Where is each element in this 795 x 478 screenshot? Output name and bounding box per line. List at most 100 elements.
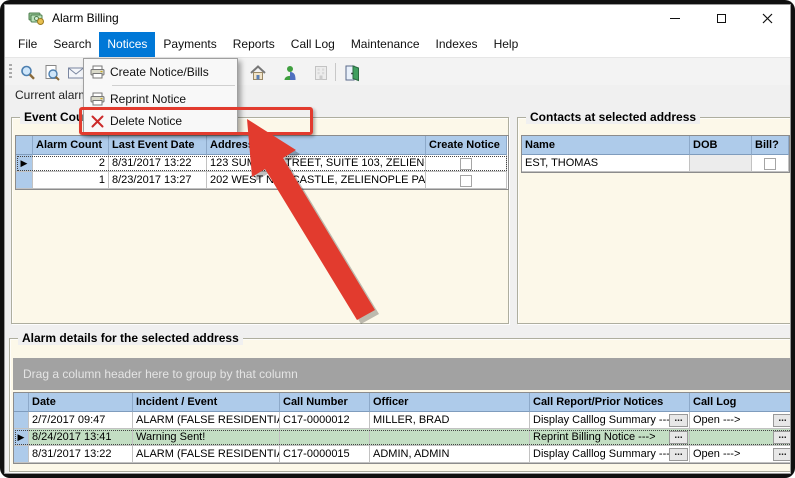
- row-selector[interactable]: [14, 412, 29, 429]
- ellipsis-button[interactable]: ...: [669, 448, 688, 461]
- search-icon[interactable]: [17, 62, 39, 83]
- call-number-cell[interactable]: C17-0000012: [280, 412, 370, 429]
- window-title: Alarm Billing: [52, 5, 119, 32]
- menu-file[interactable]: File: [10, 32, 45, 57]
- address-cell[interactable]: 202 WEST NEWCASTLE, ZELIENOPLE PA: [207, 172, 426, 189]
- ellipsis-button[interactable]: ...: [773, 414, 791, 427]
- last-event-date-cell[interactable]: 8/31/2017 13:22: [109, 155, 207, 172]
- date-cell[interactable]: 8/31/2017 13:22: [29, 446, 133, 463]
- menu-item-delete-notice[interactable]: Delete Notice: [84, 110, 237, 132]
- menu-search[interactable]: Search: [45, 32, 99, 57]
- alarm-count-cell[interactable]: 2: [33, 155, 109, 172]
- ellipsis-button[interactable]: ...: [773, 448, 791, 461]
- menu-payments[interactable]: Payments: [155, 32, 224, 57]
- groupby-drop-zone[interactable]: Drag a column header here to group by th…: [13, 358, 791, 390]
- menu-notices[interactable]: Notices: [99, 32, 155, 57]
- alarm-details-title: Alarm details for the selected address: [18, 331, 243, 345]
- row-selector[interactable]: ▶: [14, 429, 29, 446]
- col-call-number[interactable]: Call Number: [280, 393, 370, 412]
- col-call-report[interactable]: Call Report/Prior Notices: [530, 393, 690, 412]
- alarm-details-panel: Alarm details for the selected address D…: [9, 338, 791, 472]
- incident-cell[interactable]: Warning Sent!: [133, 429, 280, 446]
- exit-door-icon[interactable]: [341, 62, 363, 83]
- maximize-button[interactable]: [698, 5, 744, 32]
- building-icon[interactable]: [310, 62, 332, 83]
- app-money-icon: [28, 10, 44, 31]
- ellipsis-button[interactable]: ...: [773, 431, 791, 444]
- contact-person-icon[interactable]: [279, 62, 301, 83]
- screenshot-frame: Alarm Billing File Search Notices Paymen…: [0, 0, 795, 478]
- table-row[interactable]: 2/7/2017 09:47 ALARM (FALSE RESIDENTIA C…: [14, 412, 791, 429]
- create-notice-checkbox[interactable]: [460, 175, 472, 187]
- table-row[interactable]: ▶ 2 8/31/2017 13:22 123 SUMMIT STREET, S…: [16, 155, 508, 172]
- menu-item-reprint-notice[interactable]: Reprint Notice: [84, 88, 237, 110]
- call-report-link[interactable]: Reprint Billing Notice --->: [533, 430, 656, 445]
- toolbar-separator: [335, 63, 336, 81]
- menu-call-log[interactable]: Call Log: [283, 32, 343, 57]
- call-log-cell[interactable]: ...: [690, 429, 791, 446]
- last-event-date-cell[interactable]: 8/23/2017 13:27: [109, 172, 207, 189]
- row-selector[interactable]: [16, 172, 33, 189]
- incident-cell[interactable]: ALARM (FALSE RESIDENTIA: [133, 446, 280, 463]
- details-grid-header: Date Incident / Event Call Number Office…: [14, 393, 791, 412]
- row-selector[interactable]: ▶: [16, 155, 33, 172]
- call-report-cell[interactable]: Display Calllog Summary --->...: [530, 446, 690, 463]
- call-report-cell[interactable]: Reprint Billing Notice --->...: [530, 429, 690, 446]
- menu-indexes[interactable]: Indexes: [428, 32, 486, 57]
- create-notice-cell[interactable]: [426, 155, 507, 172]
- incident-cell[interactable]: ALARM (FALSE RESIDENTIA: [133, 412, 280, 429]
- contact-name-cell[interactable]: EST, THOMAS: [522, 155, 690, 172]
- col-dob[interactable]: DOB: [690, 136, 752, 155]
- col-incident[interactable]: Incident / Event: [133, 393, 280, 412]
- bill-cell[interactable]: [752, 155, 789, 172]
- menu-help[interactable]: Help: [486, 32, 527, 57]
- col-alarm-count[interactable]: Alarm Count: [33, 136, 109, 155]
- ellipsis-button[interactable]: ...: [669, 414, 688, 427]
- minimize-icon: [670, 18, 680, 19]
- call-number-cell[interactable]: [280, 429, 370, 446]
- col-last-event-date[interactable]: Last Event Date: [109, 136, 207, 155]
- date-cell[interactable]: 2/7/2017 09:47: [29, 412, 133, 429]
- call-log-link[interactable]: Open --->: [693, 447, 740, 462]
- print-preview-icon[interactable]: [41, 62, 63, 83]
- delete-x-icon: [84, 115, 110, 128]
- officer-cell[interactable]: MILLER, BRAD: [370, 412, 530, 429]
- officer-cell[interactable]: ADMIN, ADMIN: [370, 446, 530, 463]
- call-log-link[interactable]: Open --->: [693, 413, 740, 428]
- officer-cell[interactable]: [370, 429, 530, 446]
- minimize-button[interactable]: [652, 5, 698, 32]
- address-cell[interactable]: 123 SUMMIT STREET, SUITE 103, ZELIENOPLE: [207, 155, 426, 172]
- table-row[interactable]: 1 8/23/2017 13:27 202 WEST NEWCASTLE, ZE…: [16, 172, 508, 189]
- alarm-count-cell[interactable]: 1: [33, 172, 109, 189]
- call-report-link[interactable]: Display Calllog Summary --->: [533, 413, 669, 428]
- col-create-notice[interactable]: Create Notice: [426, 136, 507, 155]
- col-name[interactable]: Name: [522, 136, 690, 155]
- row-selector[interactable]: [14, 446, 29, 463]
- call-number-cell[interactable]: C17-0000015: [280, 446, 370, 463]
- col-bill[interactable]: Bill?: [752, 136, 789, 155]
- menu-item-create-notice[interactable]: Create Notice/Bills: [84, 61, 237, 83]
- home-icon[interactable]: [247, 62, 269, 83]
- close-button[interactable]: [744, 5, 790, 32]
- menu-maintenance[interactable]: Maintenance: [343, 32, 428, 57]
- call-log-cell[interactable]: Open --->...: [690, 412, 791, 429]
- create-notice-checkbox[interactable]: [460, 158, 472, 170]
- col-date[interactable]: Date: [29, 393, 133, 412]
- table-row[interactable]: ▶ 8/24/2017 13:41 Warning Sent! Reprint …: [14, 429, 791, 446]
- contacts-grid: Name DOB Bill? EST, THOMAS: [521, 135, 790, 173]
- call-log-cell[interactable]: Open --->...: [690, 446, 791, 463]
- col-address[interactable]: Address: [207, 136, 426, 155]
- call-report-link[interactable]: Display Calllog Summary --->: [533, 447, 669, 462]
- date-cell[interactable]: 8/24/2017 13:41: [29, 429, 133, 446]
- ellipsis-button[interactable]: ...: [669, 431, 688, 444]
- menu-reports[interactable]: Reports: [225, 32, 283, 57]
- table-row[interactable]: EST, THOMAS: [522, 155, 789, 172]
- col-call-log[interactable]: Call Log: [690, 393, 791, 412]
- table-row[interactable]: 8/31/2017 13:22 ALARM (FALSE RESIDENTIA …: [14, 446, 791, 463]
- bill-checkbox[interactable]: [764, 158, 776, 170]
- details-selector-header: [14, 393, 29, 412]
- contact-dob-cell[interactable]: [690, 155, 752, 172]
- col-officer[interactable]: Officer: [370, 393, 530, 412]
- call-report-cell[interactable]: Display Calllog Summary --->...: [530, 412, 690, 429]
- create-notice-cell[interactable]: [426, 172, 507, 189]
